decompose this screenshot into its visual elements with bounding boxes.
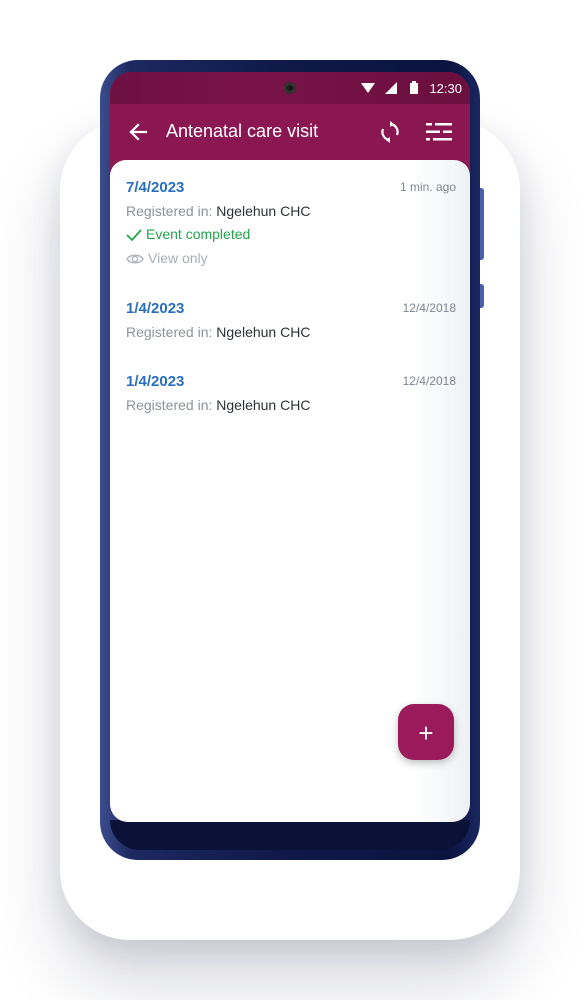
phone-bottom-bezel [110, 820, 470, 850]
list-item[interactable]: 1/4/2023 12/4/2018 Registered in: Ngeleh… [126, 373, 456, 417]
event-date: 1/4/2023 [126, 373, 185, 390]
add-icon: + [418, 718, 434, 748]
org-unit: Ngelehun CHC [216, 397, 311, 413]
event-time: 12/4/2018 [402, 301, 456, 315]
add-event-button[interactable]: + [398, 704, 454, 760]
signal-icon [385, 82, 397, 94]
check-icon [126, 229, 142, 242]
front-camera [284, 82, 296, 94]
app-bar: Antenatal care visit [110, 104, 470, 160]
org-unit: Ngelehun CHC [216, 203, 311, 219]
status-time: 12:30 [429, 81, 462, 96]
registered-label: Registered in: [126, 397, 213, 413]
event-registered: Registered in: Ngelehun CHC [126, 324, 310, 340]
access-text: View only [148, 250, 208, 266]
registered-label: Registered in: [126, 324, 213, 340]
battery-icon [410, 81, 418, 94]
event-date: 7/4/2023 [126, 179, 185, 196]
event-registered: Registered in: Ngelehun CHC [126, 203, 310, 219]
power-button [480, 284, 484, 308]
sync-icon[interactable] [378, 120, 402, 144]
page-title: Antenatal care visit [166, 121, 319, 141]
list-item[interactable]: 1/4/2023 12/4/2018 Registered in: Ngeleh… [126, 300, 456, 344]
filter-icon[interactable] [426, 122, 452, 142]
phone-screen: 12:30 Antenatal care visit 7/4/2023 1 mi… [110, 72, 470, 822]
status-bar: 12:30 [110, 72, 470, 104]
back-arrow-icon[interactable] [128, 122, 148, 142]
org-unit: Ngelehun CHC [216, 324, 311, 340]
event-access: View only [126, 250, 208, 266]
event-status: Event completed [126, 226, 250, 242]
registered-label: Registered in: [126, 203, 213, 219]
event-registered: Registered in: Ngelehun CHC [126, 397, 310, 413]
eye-icon [126, 254, 144, 264]
event-date: 1/4/2023 [126, 300, 185, 317]
wifi-icon [361, 83, 375, 93]
event-time: 12/4/2018 [402, 374, 456, 388]
status-text: Event completed [146, 226, 251, 242]
volume-button [480, 188, 484, 260]
list-item[interactable]: 7/4/2023 1 min. ago Registered in: Ngele… [126, 179, 456, 269]
event-time: 1 min. ago [399, 180, 456, 194]
